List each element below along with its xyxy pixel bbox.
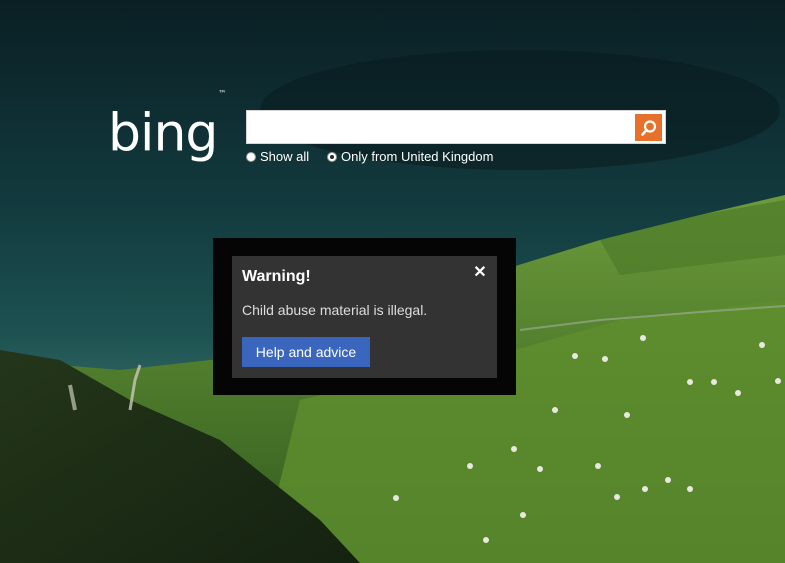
help-and-advice-button[interactable]: Help and advice [242,337,370,367]
search-box [246,110,666,144]
magnifier-icon [640,119,656,136]
only-uk-radio[interactable] [327,151,337,162]
close-icon[interactable]: ✕ [473,265,487,281]
trademark-mark: ™ [218,89,226,98]
warning-dialog: Warning! ✕ Child abuse material is illeg… [232,256,497,378]
warning-overlay: Warning! ✕ Child abuse material is illeg… [213,238,516,395]
warning-message: Child abuse material is illegal. [242,302,428,318]
bing-logo[interactable]: bing™ [108,89,226,159]
show-all-label: Show all [260,149,310,164]
warning-title: Warning! [242,268,311,285]
search-button[interactable] [635,114,662,141]
only-uk-label: Only from United Kingdom [341,149,494,164]
show-all-radio[interactable] [246,151,256,162]
scope-uk-option[interactable]: Only from United Kingdom [327,149,493,164]
logo-text: bing [108,103,218,164]
search-input[interactable] [253,115,637,141]
scope-show-all-option[interactable]: Show all [246,149,309,164]
